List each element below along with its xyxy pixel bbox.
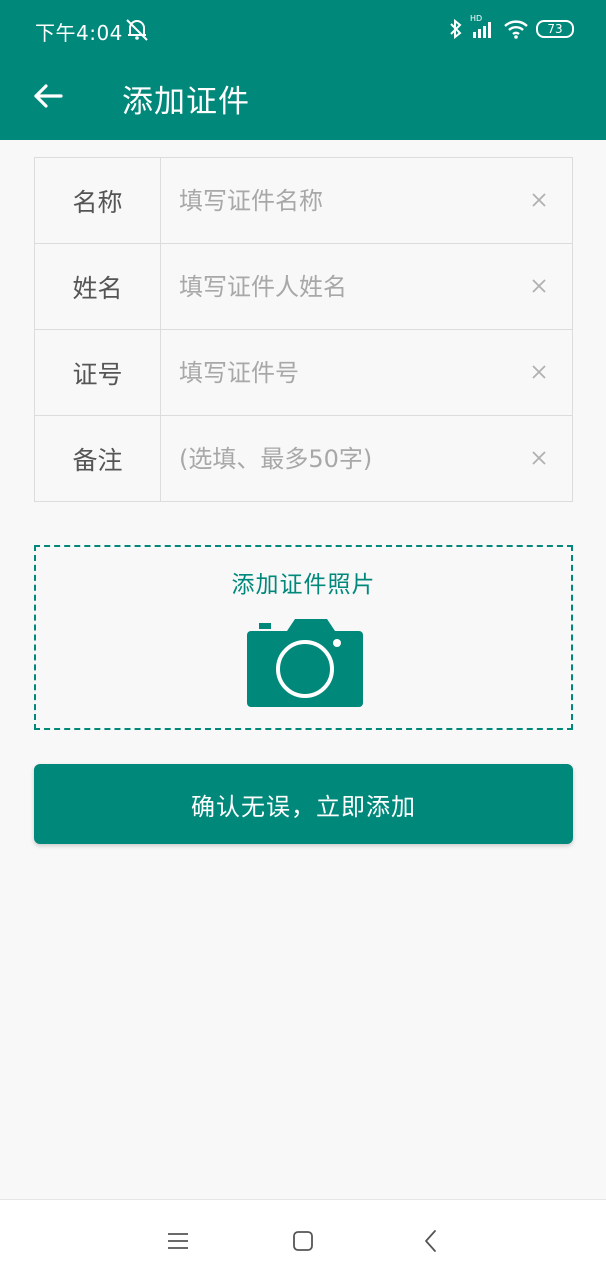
system-nav-bar [0,1199,606,1280]
alarm-off-icon [126,19,148,41]
screen: 下午4:04 HD 73 添加证件 名称 填写证件名称 姓名 填写证件人姓名 证… [0,0,606,1280]
form-row-name: 名称 [35,158,572,244]
add-photo-area[interactable]: 添加证件照片 [34,545,573,730]
wifi-icon [504,20,528,39]
name-label: 名称 [35,158,161,243]
certificate-form: 名称 姓名 证号 备注 [34,157,573,502]
battery-icon: 73 [536,20,574,38]
holder-name-input[interactable] [161,244,572,329]
home-icon[interactable] [288,1226,318,1256]
status-time: 下午4:04 [35,21,123,45]
arrow-left-icon [34,84,63,108]
form-row-holder: 姓名 [35,244,572,330]
remark-input[interactable] [161,416,572,502]
battery-level: 73 [547,22,563,36]
certificate-number-input[interactable] [161,330,572,415]
holder-label: 姓名 [35,244,161,329]
camera-icon [247,619,363,707]
status-bar: 下午4:04 HD 73 [0,0,606,58]
confirm-add-button[interactable]: 确认无误，立即添加 [34,764,573,844]
back-button[interactable] [24,72,72,120]
bluetooth-icon [450,18,462,40]
form-row-number: 证号 [35,330,572,416]
close-icon[interactable] [526,273,552,299]
app-bar: 添加证件 [0,58,606,140]
number-label: 证号 [35,330,161,415]
close-icon[interactable] [526,445,552,471]
remark-label: 备注 [35,416,161,502]
back-icon[interactable] [416,1226,446,1256]
name-input[interactable] [161,158,572,243]
form-row-remark: 备注 [35,416,572,502]
signal-icon [473,22,491,38]
top-bar: 下午4:04 HD 73 添加证件 [0,0,606,140]
close-icon[interactable] [526,359,552,385]
page-title: 添加证件 [122,84,250,120]
close-icon[interactable] [526,187,552,213]
add-photo-label: 添加证件照片 [231,572,376,598]
menu-icon[interactable] [163,1226,193,1256]
confirm-add-label: 确认无误，立即添加 [191,792,416,821]
